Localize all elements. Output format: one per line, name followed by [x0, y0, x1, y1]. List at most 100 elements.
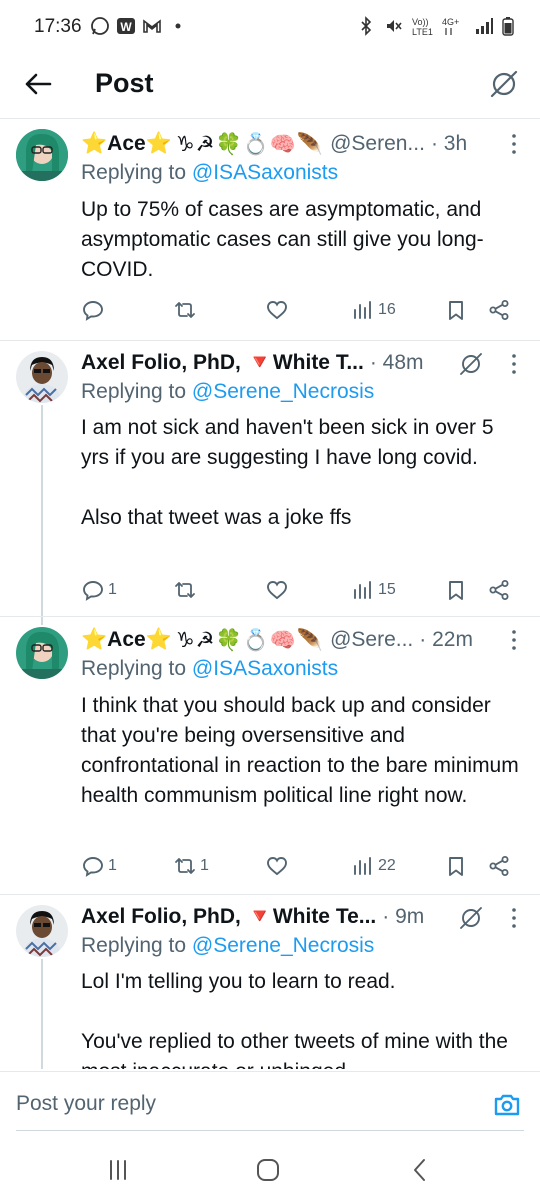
grok-icon[interactable]: [458, 351, 484, 377]
analytics-icon: [354, 301, 371, 319]
tweet-actions: 1 1 22: [70, 851, 530, 881]
bluetooth-icon: [361, 16, 372, 36]
author-handle[interactable]: @Seren...: [330, 132, 425, 156]
reply-mention-link[interactable]: @Serene_Necrosis: [192, 934, 374, 957]
avatar[interactable]: [16, 351, 68, 403]
replying-to: Replying to @Serene_Necrosis: [81, 380, 374, 404]
share-button[interactable]: [488, 851, 510, 881]
avatar-image: [16, 905, 68, 957]
status-bar: 17:36 W Vo)) LTE1 4G+: [0, 0, 540, 56]
thread-line: [41, 959, 43, 1069]
back-arrow-icon[interactable]: [20, 66, 56, 102]
tweet[interactable]: Axel Folio, PhD, 🔻White T... · 48m Reply…: [0, 341, 540, 625]
repost-count: 1: [200, 857, 209, 874]
reply-count: 1: [108, 581, 117, 598]
reply-bar: Post your reply: [0, 1071, 540, 1139]
views-button[interactable]: 22: [352, 851, 396, 881]
like-button[interactable]: [266, 575, 288, 605]
share-button[interactable]: [488, 575, 510, 605]
reply-icon: [83, 581, 103, 601]
reply-input[interactable]: Post your reply: [16, 1092, 156, 1116]
author-emoji: ♑☭🍀💍🧠🪶: [175, 132, 325, 156]
views-count: 22: [378, 857, 396, 874]
bookmark-icon: [449, 857, 463, 876]
thread-line: [41, 405, 43, 625]
tweet[interactable]: ⭐Ace⭐ ♑☭🍀💍🧠🪶 @Sere... · 22m Replying to …: [0, 617, 540, 894]
analytics-icon: [354, 857, 371, 875]
reply-mention-link[interactable]: @Serene_Necrosis: [192, 380, 374, 403]
like-button[interactable]: [266, 295, 288, 325]
replying-to-label: Replying to: [81, 380, 192, 403]
tweet-text: I am not sick and haven't been sick in o…: [81, 416, 494, 529]
avatar[interactable]: [16, 129, 68, 181]
replying-to-label: Replying to: [81, 161, 192, 184]
thread-feed[interactable]: ⭐Ace⭐ ♑☭🍀💍🧠🪶 @Seren... · 3h Replying to …: [0, 119, 540, 1069]
volte-label: Vo)): [412, 17, 429, 27]
tweet[interactable]: ⭐Ace⭐ ♑☭🍀💍🧠🪶 @Seren... · 3h Replying to …: [0, 119, 540, 339]
reply-button[interactable]: [82, 295, 104, 325]
reply-mention-link[interactable]: @ISASaxonists: [192, 657, 338, 680]
author-name[interactable]: Axel Folio, PhD, 🔻White Te...: [81, 905, 376, 929]
reply-button[interactable]: 1: [82, 851, 117, 881]
home-icon[interactable]: [254, 1156, 282, 1184]
avatar[interactable]: [16, 905, 68, 957]
status-time: 17:36: [34, 16, 82, 37]
grok-icon[interactable]: [488, 68, 520, 100]
tweet-text: I think that you should back up and cons…: [81, 694, 525, 807]
header: Post: [0, 56, 540, 118]
bookmark-button[interactable]: [445, 575, 467, 605]
back-icon[interactable]: [406, 1156, 434, 1184]
avatar[interactable]: [16, 627, 68, 679]
reply-icon: [83, 301, 103, 321]
views-button[interactable]: 16: [352, 295, 396, 325]
tweet-time: · 9m: [382, 905, 425, 928]
reply-mention-link[interactable]: @ISASaxonists: [192, 161, 338, 184]
share-icon: [489, 300, 509, 320]
w-app-icon: W: [117, 18, 135, 34]
bookmark-button[interactable]: [445, 851, 467, 881]
views-button[interactable]: 15: [352, 575, 396, 605]
more-options-icon[interactable]: [510, 132, 518, 156]
tweet-text: Lol I'm telling you to learn to read. Yo…: [81, 970, 508, 1069]
repost-button[interactable]: [174, 295, 196, 325]
tweet-header: Axel Folio, PhD, 🔻White T... · 48m: [81, 346, 424, 380]
repost-button[interactable]: 1: [174, 851, 209, 881]
avatar-image: [16, 129, 68, 181]
views-count: 16: [378, 301, 396, 318]
avatar-image: [16, 627, 68, 679]
signal-icon: [476, 18, 493, 34]
gmail-icon: [143, 19, 161, 33]
grok-icon[interactable]: [458, 905, 484, 931]
like-button[interactable]: [266, 851, 288, 881]
tweet[interactable]: Axel Folio, PhD, 🔻White Te... · 9m Reply…: [0, 895, 540, 1069]
author-name[interactable]: ⭐Ace⭐: [81, 628, 172, 652]
author-name[interactable]: Axel Folio, PhD, 🔻White T...: [81, 351, 364, 375]
reply-button[interactable]: 1: [82, 575, 117, 605]
tweet-text: Up to 75% of cases are asymptomatic, and…: [81, 198, 488, 281]
network-type-label: 4G+: [442, 17, 459, 27]
recent-apps-icon[interactable]: [104, 1156, 132, 1184]
dot-icon: [175, 23, 181, 29]
replying-to-label: Replying to: [81, 934, 192, 957]
whatsapp-icon: [91, 17, 109, 35]
repost-icon: [175, 858, 195, 874]
reply-count: 1: [108, 857, 117, 874]
share-button[interactable]: [488, 295, 510, 325]
author-name[interactable]: ⭐Ace⭐: [81, 132, 172, 156]
more-options-icon[interactable]: [510, 906, 518, 930]
mute-icon: [387, 20, 402, 32]
status-icons-left: W: [90, 16, 188, 36]
camera-icon[interactable]: [492, 1090, 522, 1120]
tweet-actions: 16: [70, 295, 530, 325]
tweet-time: · 3h: [430, 132, 468, 155]
more-options-icon[interactable]: [510, 628, 518, 652]
lte-label: LTE1: [412, 27, 433, 36]
tweet-time: · 48m: [369, 351, 424, 374]
views-count: 15: [378, 581, 396, 598]
more-options-icon[interactable]: [510, 352, 518, 376]
repost-button[interactable]: [174, 575, 196, 605]
author-handle[interactable]: @Sere...: [330, 628, 413, 652]
repost-icon: [175, 582, 195, 598]
heart-icon: [267, 857, 287, 876]
bookmark-button[interactable]: [445, 295, 467, 325]
